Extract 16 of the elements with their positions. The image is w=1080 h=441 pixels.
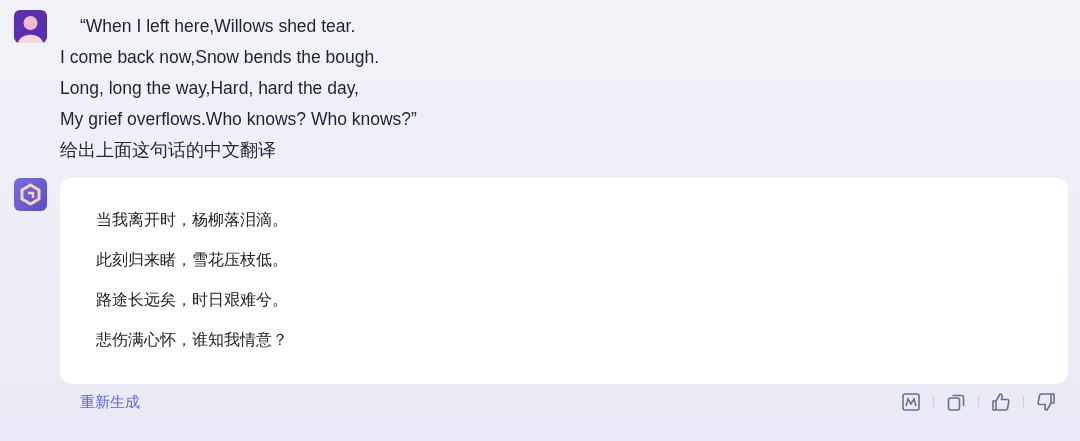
reply-line: 悲伤满心怀，谁知我情意？ — [96, 329, 289, 351]
user-avatar-icon — [14, 10, 47, 43]
reply-line: 路途长远矣，时日艰难兮。 — [96, 289, 289, 311]
chart-icon[interactable] — [901, 392, 921, 412]
message-line: 给出上面这句话的中文翻译 — [60, 139, 277, 162]
cube-logo-icon — [14, 178, 47, 211]
message-line: “When I left here,Willows shed tear. — [79, 15, 357, 38]
reply-line: 此刻归来睹，雪花压枝低。 — [96, 249, 289, 271]
reply-line: 当我离开时，杨柳落泪滴。 — [96, 209, 289, 231]
copy-icon[interactable] — [946, 392, 966, 412]
regenerate-link[interactable]: 重新生成 — [80, 392, 140, 412]
thumbs-up-icon[interactable] — [991, 392, 1011, 412]
message-line: I come back now,Snow bends the bough. — [60, 46, 381, 69]
message-line: My grief overflows.Who knows? Who knows?” — [60, 108, 417, 131]
message-line: Long, long the way,Hard, hard the day, — [60, 77, 360, 100]
thumbs-down-icon[interactable] — [1036, 392, 1056, 412]
